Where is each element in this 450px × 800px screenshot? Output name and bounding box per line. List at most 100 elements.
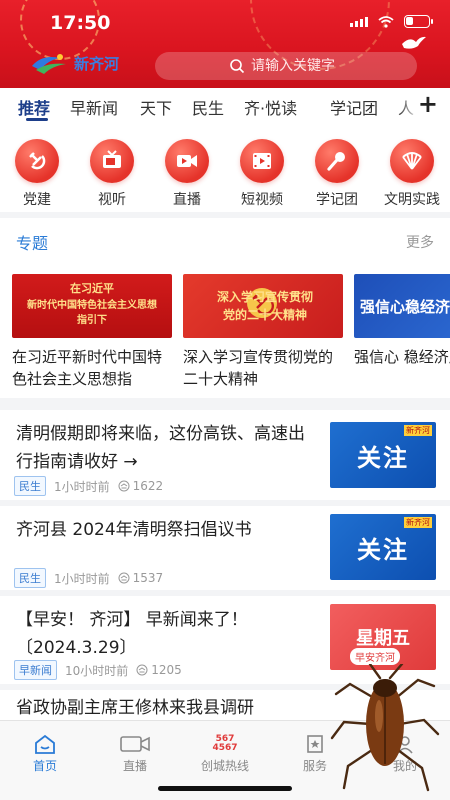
topic-banner-image: 深入学习宣传贯彻 党的二十大精神 bbox=[183, 274, 343, 338]
news-title: 省政协副主席王修林来我县调研 bbox=[16, 698, 254, 718]
banner-text: 新时代中国特色社会主义思想 bbox=[27, 300, 157, 311]
thumb-text: 关注 bbox=[357, 443, 409, 472]
topics-more-link[interactable]: 更多 bbox=[406, 232, 434, 252]
status-time: 17:50 bbox=[50, 12, 111, 34]
fan-icon bbox=[390, 139, 434, 183]
quick-link-civilization[interactable]: 文明实践 bbox=[381, 139, 443, 209]
battery-icon bbox=[404, 15, 433, 28]
search-input[interactable] bbox=[251, 58, 401, 74]
active-tab-indicator bbox=[26, 118, 48, 121]
view-count-value: 1622 bbox=[132, 479, 164, 493]
search-bar[interactable] bbox=[155, 52, 417, 80]
quick-link-live[interactable]: 直播 bbox=[156, 139, 218, 209]
topic-caption: 深入学习宣传贯彻党的二十大精神 bbox=[183, 348, 334, 388]
topic-banner-image: 强信心稳经济 bbox=[354, 274, 450, 338]
news-meta: 民生 1小时时前 1537 bbox=[14, 568, 163, 588]
quick-link-label: 文明实践 bbox=[384, 192, 440, 208]
quick-link-audiovisual[interactable]: 视听 bbox=[81, 139, 143, 209]
topic-banner-image: 在习近平 新时代中国特色社会主义思想 指引下 bbox=[12, 274, 172, 338]
film-icon bbox=[240, 139, 284, 183]
banner-text: 党的二十大精神 bbox=[223, 308, 308, 322]
nav-label: 创城热线 bbox=[200, 759, 249, 773]
search-icon bbox=[230, 59, 245, 74]
hotline-icon: 567 4567 bbox=[195, 733, 255, 755]
cockroach-sticker-icon bbox=[330, 664, 440, 792]
tab-recommend[interactable]: 推荐 bbox=[18, 95, 50, 119]
news-title: 【早安！ 齐河】 早新闻来了！〔2024.3.29〕 bbox=[16, 610, 248, 658]
tv-icon bbox=[90, 139, 134, 183]
channel-tabs: 推荐 早新闻 天下 民生 齐·悦读 学记团 人 + bbox=[0, 88, 450, 124]
view-count-value: 1537 bbox=[132, 571, 164, 585]
banner-text: 在习近平 bbox=[70, 282, 114, 295]
news-time: 1小时时前 bbox=[54, 571, 110, 586]
home-icon bbox=[15, 733, 75, 755]
nav-home[interactable]: 首页 bbox=[15, 733, 75, 774]
nav-label: 服务 bbox=[302, 759, 327, 773]
tab-reporters[interactable]: 学记团 bbox=[330, 95, 378, 119]
topics-header: 专题 更多 bbox=[0, 212, 450, 260]
nav-hotline[interactable]: 567 4567 创城热线 bbox=[195, 733, 255, 774]
add-channel-button[interactable]: + bbox=[418, 90, 438, 118]
app-logo: 新齐河 bbox=[30, 52, 119, 74]
thumb-text: 关注 bbox=[357, 535, 409, 564]
thumb-badge: 新齐河 bbox=[404, 425, 432, 436]
quick-link-label: 短视频 bbox=[241, 192, 283, 208]
topics-title: 专题 bbox=[16, 234, 49, 253]
topic-card[interactable]: 在习近平 新时代中国特色社会主义思想 指引下 在习近平新时代中国特色社会主义思想… bbox=[12, 274, 172, 390]
news-title: 清明假期即将来临，这份高铁、高速出行指南请收好 → bbox=[16, 424, 305, 472]
quick-link-label: 视听 bbox=[98, 192, 126, 208]
tab-livelihood[interactable]: 民生 bbox=[192, 95, 224, 119]
thumb-text: 星期五 bbox=[356, 628, 410, 649]
news-title: 齐河县 2024年清明祭扫倡议书 bbox=[16, 520, 252, 540]
quick-link-reporters[interactable]: 学记团 bbox=[306, 139, 368, 209]
banner-text: 指引下 bbox=[77, 315, 107, 326]
topics-carousel[interactable]: 在习近平 新时代中国特色社会主义思想 指引下 在习近平新时代中国特色社会主义思想… bbox=[0, 260, 450, 398]
news-thumbnail: 新齐河 关注 bbox=[330, 422, 436, 488]
video-camera-icon bbox=[165, 139, 209, 183]
banner-text: 深入学习宣传贯彻 bbox=[217, 290, 314, 304]
view-count: 1622 bbox=[118, 479, 164, 493]
quick-link-label: 党建 bbox=[23, 192, 51, 208]
view-count: 1205 bbox=[136, 663, 182, 677]
hotline-badge: 567 4567 bbox=[212, 734, 238, 753]
news-item[interactable]: 齐河县 2024年清明祭扫倡议书 民生 1小时时前 1537 新齐河 关注 bbox=[0, 500, 450, 590]
signal-icon bbox=[350, 16, 368, 27]
view-count-value: 1205 bbox=[151, 663, 182, 677]
topic-card[interactable]: 深入学习宣传贯彻 党的二十大精神 深入学习宣传贯彻党的二十大精神 bbox=[183, 274, 343, 390]
video-icon bbox=[105, 733, 165, 755]
news-item[interactable]: 清明假期即将来临，这份高铁、高速出行指南请收好 → 民生 1小时时前 1622 … bbox=[0, 404, 450, 500]
views-icon bbox=[136, 664, 148, 676]
home-indicator bbox=[158, 786, 292, 791]
tab-reading[interactable]: 齐·悦读 bbox=[244, 95, 297, 119]
topic-caption: 在习近平新时代中国特色社会主义思想指 bbox=[12, 348, 163, 388]
tab-world[interactable]: 天下 bbox=[140, 95, 172, 119]
topic-caption: 强信心 稳经济展 bbox=[354, 348, 450, 366]
tabs-fade bbox=[398, 88, 420, 124]
status-icons bbox=[350, 15, 433, 28]
category-tag: 民生 bbox=[14, 568, 46, 588]
nav-live[interactable]: 直播 bbox=[105, 733, 165, 774]
views-icon bbox=[118, 480, 130, 492]
category-tag: 早新闻 bbox=[14, 660, 57, 680]
logo-text: 新齐河 bbox=[74, 54, 120, 73]
banner-text: 强信心稳经济 bbox=[360, 298, 450, 316]
wifi-icon bbox=[378, 15, 394, 28]
header: 17:50 新齐河 bbox=[0, 0, 450, 88]
views-icon bbox=[118, 572, 130, 584]
nav-label: 直播 bbox=[122, 759, 147, 773]
quick-link-short-video[interactable]: 短视频 bbox=[231, 139, 293, 209]
news-meta: 民生 1小时时前 1622 bbox=[14, 476, 163, 496]
hammer-sickle-icon bbox=[15, 139, 59, 183]
quick-link-label: 学记团 bbox=[316, 192, 358, 208]
nav-label: 首页 bbox=[32, 759, 57, 773]
logo-mark-icon bbox=[32, 54, 66, 74]
news-thumbnail: 星期五 早安齐河 bbox=[330, 604, 436, 670]
dove-icon bbox=[402, 36, 426, 49]
tab-morning-news[interactable]: 早新闻 bbox=[70, 95, 118, 119]
thumb-badge: 新齐河 bbox=[404, 517, 432, 528]
category-tag: 民生 bbox=[14, 476, 46, 496]
topic-card[interactable]: 强信心稳经济 强信心 稳经济展 bbox=[354, 274, 450, 390]
thumb-badge: 早安齐河 bbox=[350, 648, 400, 665]
quick-link-label: 直播 bbox=[173, 192, 201, 208]
quick-link-party[interactable]: 党建 bbox=[6, 139, 68, 209]
